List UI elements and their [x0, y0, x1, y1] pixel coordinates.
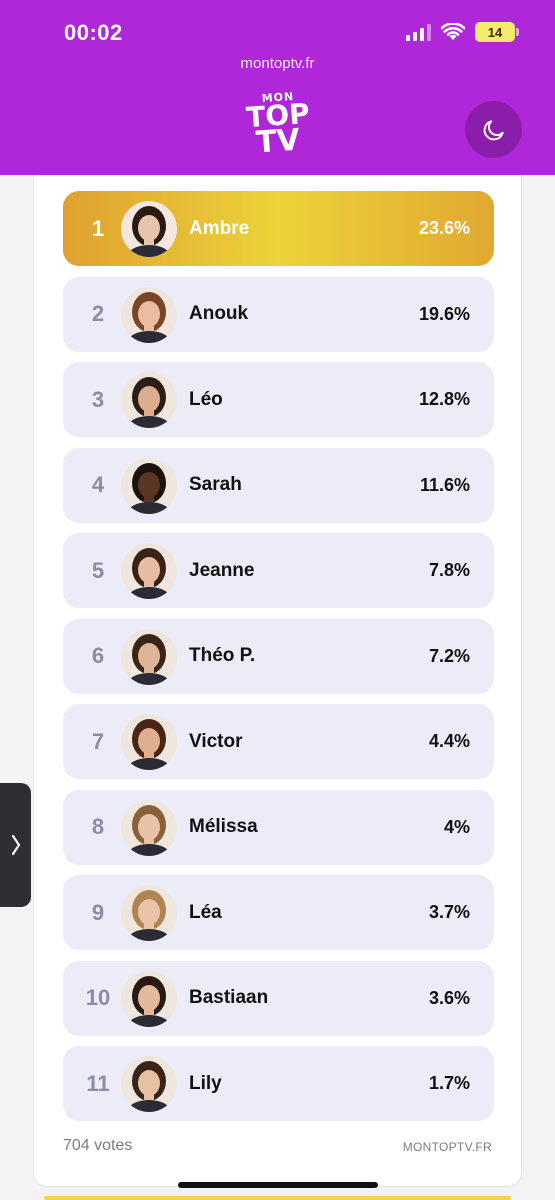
- ranking-row[interactable]: 7 Victor 4.4%: [63, 704, 494, 779]
- vote-percentage: 7.8%: [428, 560, 470, 580]
- avatar: [121, 799, 177, 856]
- ranking-row[interactable]: 8 Mélissa 4%: [63, 789, 494, 865]
- rank-number: 2: [91, 301, 105, 326]
- ranking-row[interactable]: 9 Léa 3.7%: [63, 875, 494, 950]
- contestant-name: Léa: [189, 901, 222, 923]
- wifi-icon: [441, 23, 465, 40]
- contestant-name: Léo: [189, 388, 223, 410]
- vote-percentage: 3.6%: [428, 987, 470, 1008]
- avatar: [121, 714, 177, 770]
- vote-percentage: 12.8%: [418, 389, 470, 409]
- rank-number: 1: [91, 215, 105, 241]
- ranking-row[interactable]: 4 Sarah 11.6%: [63, 447, 494, 523]
- signal-icon: [406, 23, 431, 41]
- next-card-edge: [44, 1196, 511, 1200]
- avatar: [121, 286, 177, 343]
- theme-toggle-button[interactable]: [465, 101, 522, 158]
- vote-percentage: 4.4%: [428, 731, 470, 751]
- contestant-name: Théo P.: [189, 645, 256, 666]
- vote-percentage: 23.6%: [418, 218, 470, 238]
- battery-icon: 14: [475, 22, 519, 42]
- rank-number: 6: [91, 643, 105, 668]
- ranking-row[interactable]: 10 Bastiaan 3.6%: [63, 960, 494, 1036]
- avatar: [121, 1056, 177, 1112]
- rank-number: 5: [91, 557, 105, 583]
- ranking-row[interactable]: 3 Léo 12.8%: [63, 362, 494, 437]
- avatar: [121, 628, 177, 685]
- source-label: MONTOPTV.FR: [402, 1140, 492, 1154]
- status-icons: 14: [406, 22, 519, 42]
- contestant-name: Jeanne: [189, 559, 255, 581]
- ranking-row[interactable]: 2 Anouk 19.6%: [63, 276, 494, 352]
- contestant-name: Mélissa: [189, 816, 258, 837]
- rank-number: 10: [85, 985, 111, 1010]
- side-panel-toggle[interactable]: [0, 783, 31, 907]
- ranking-row[interactable]: 5 Jeanne 7.8%: [63, 533, 494, 608]
- browser-url[interactable]: montoptv.fr: [0, 55, 555, 72]
- rank-number: 9: [91, 899, 105, 925]
- vote-percentage: 19.6%: [418, 303, 470, 324]
- contestant-name: Anouk: [189, 303, 249, 324]
- avatar: [121, 970, 177, 1027]
- vote-count: 704 votes: [63, 1137, 133, 1154]
- rank-number: 3: [91, 386, 105, 412]
- contestant-name: Sarah: [189, 474, 242, 495]
- app-header: 00:02 14 montoptv.fr MON TOP TV: [0, 0, 555, 175]
- chevron-right-icon: [11, 834, 20, 856]
- avatar: [121, 543, 177, 599]
- vote-percentage: 11.6%: [419, 474, 470, 495]
- rank-number: 4: [91, 472, 105, 497]
- avatar: [121, 201, 177, 257]
- montoptv-logo[interactable]: MON TOP TV: [238, 90, 318, 164]
- ranking-row[interactable]: 6 Théo P. 7.2%: [63, 618, 494, 694]
- vote-percentage: 3.7%: [428, 902, 470, 922]
- avatar: [121, 457, 177, 514]
- avatar: [121, 372, 177, 428]
- ranking-row[interactable]: 11 Lily 1.7%: [63, 1046, 494, 1121]
- moon-icon: [483, 119, 504, 140]
- contestant-name: Ambre: [189, 217, 250, 239]
- vote-percentage: 1.7%: [428, 1073, 470, 1093]
- rank-number: 7: [91, 728, 105, 754]
- rank-number: 8: [91, 814, 105, 839]
- ranking-card: 1 Ambre 23.6% 2 Anouk 19.6% 3 Léo 12.8% 4 Sarah 11.…: [33, 175, 522, 1187]
- ranking-row[interactable]: 1 Ambre 23.6%: [63, 191, 494, 266]
- avatar: [121, 885, 177, 941]
- contestant-name: Lily: [189, 1072, 222, 1094]
- vote-percentage: 7.2%: [428, 645, 470, 666]
- vote-percentage: 4%: [443, 816, 470, 837]
- home-indicator[interactable]: [178, 1182, 378, 1188]
- rank-number: 11: [86, 1070, 110, 1096]
- status-time: 00:02: [64, 20, 123, 45]
- contestant-name: Victor: [189, 730, 243, 752]
- contestant-name: Bastiaan: [189, 987, 269, 1008]
